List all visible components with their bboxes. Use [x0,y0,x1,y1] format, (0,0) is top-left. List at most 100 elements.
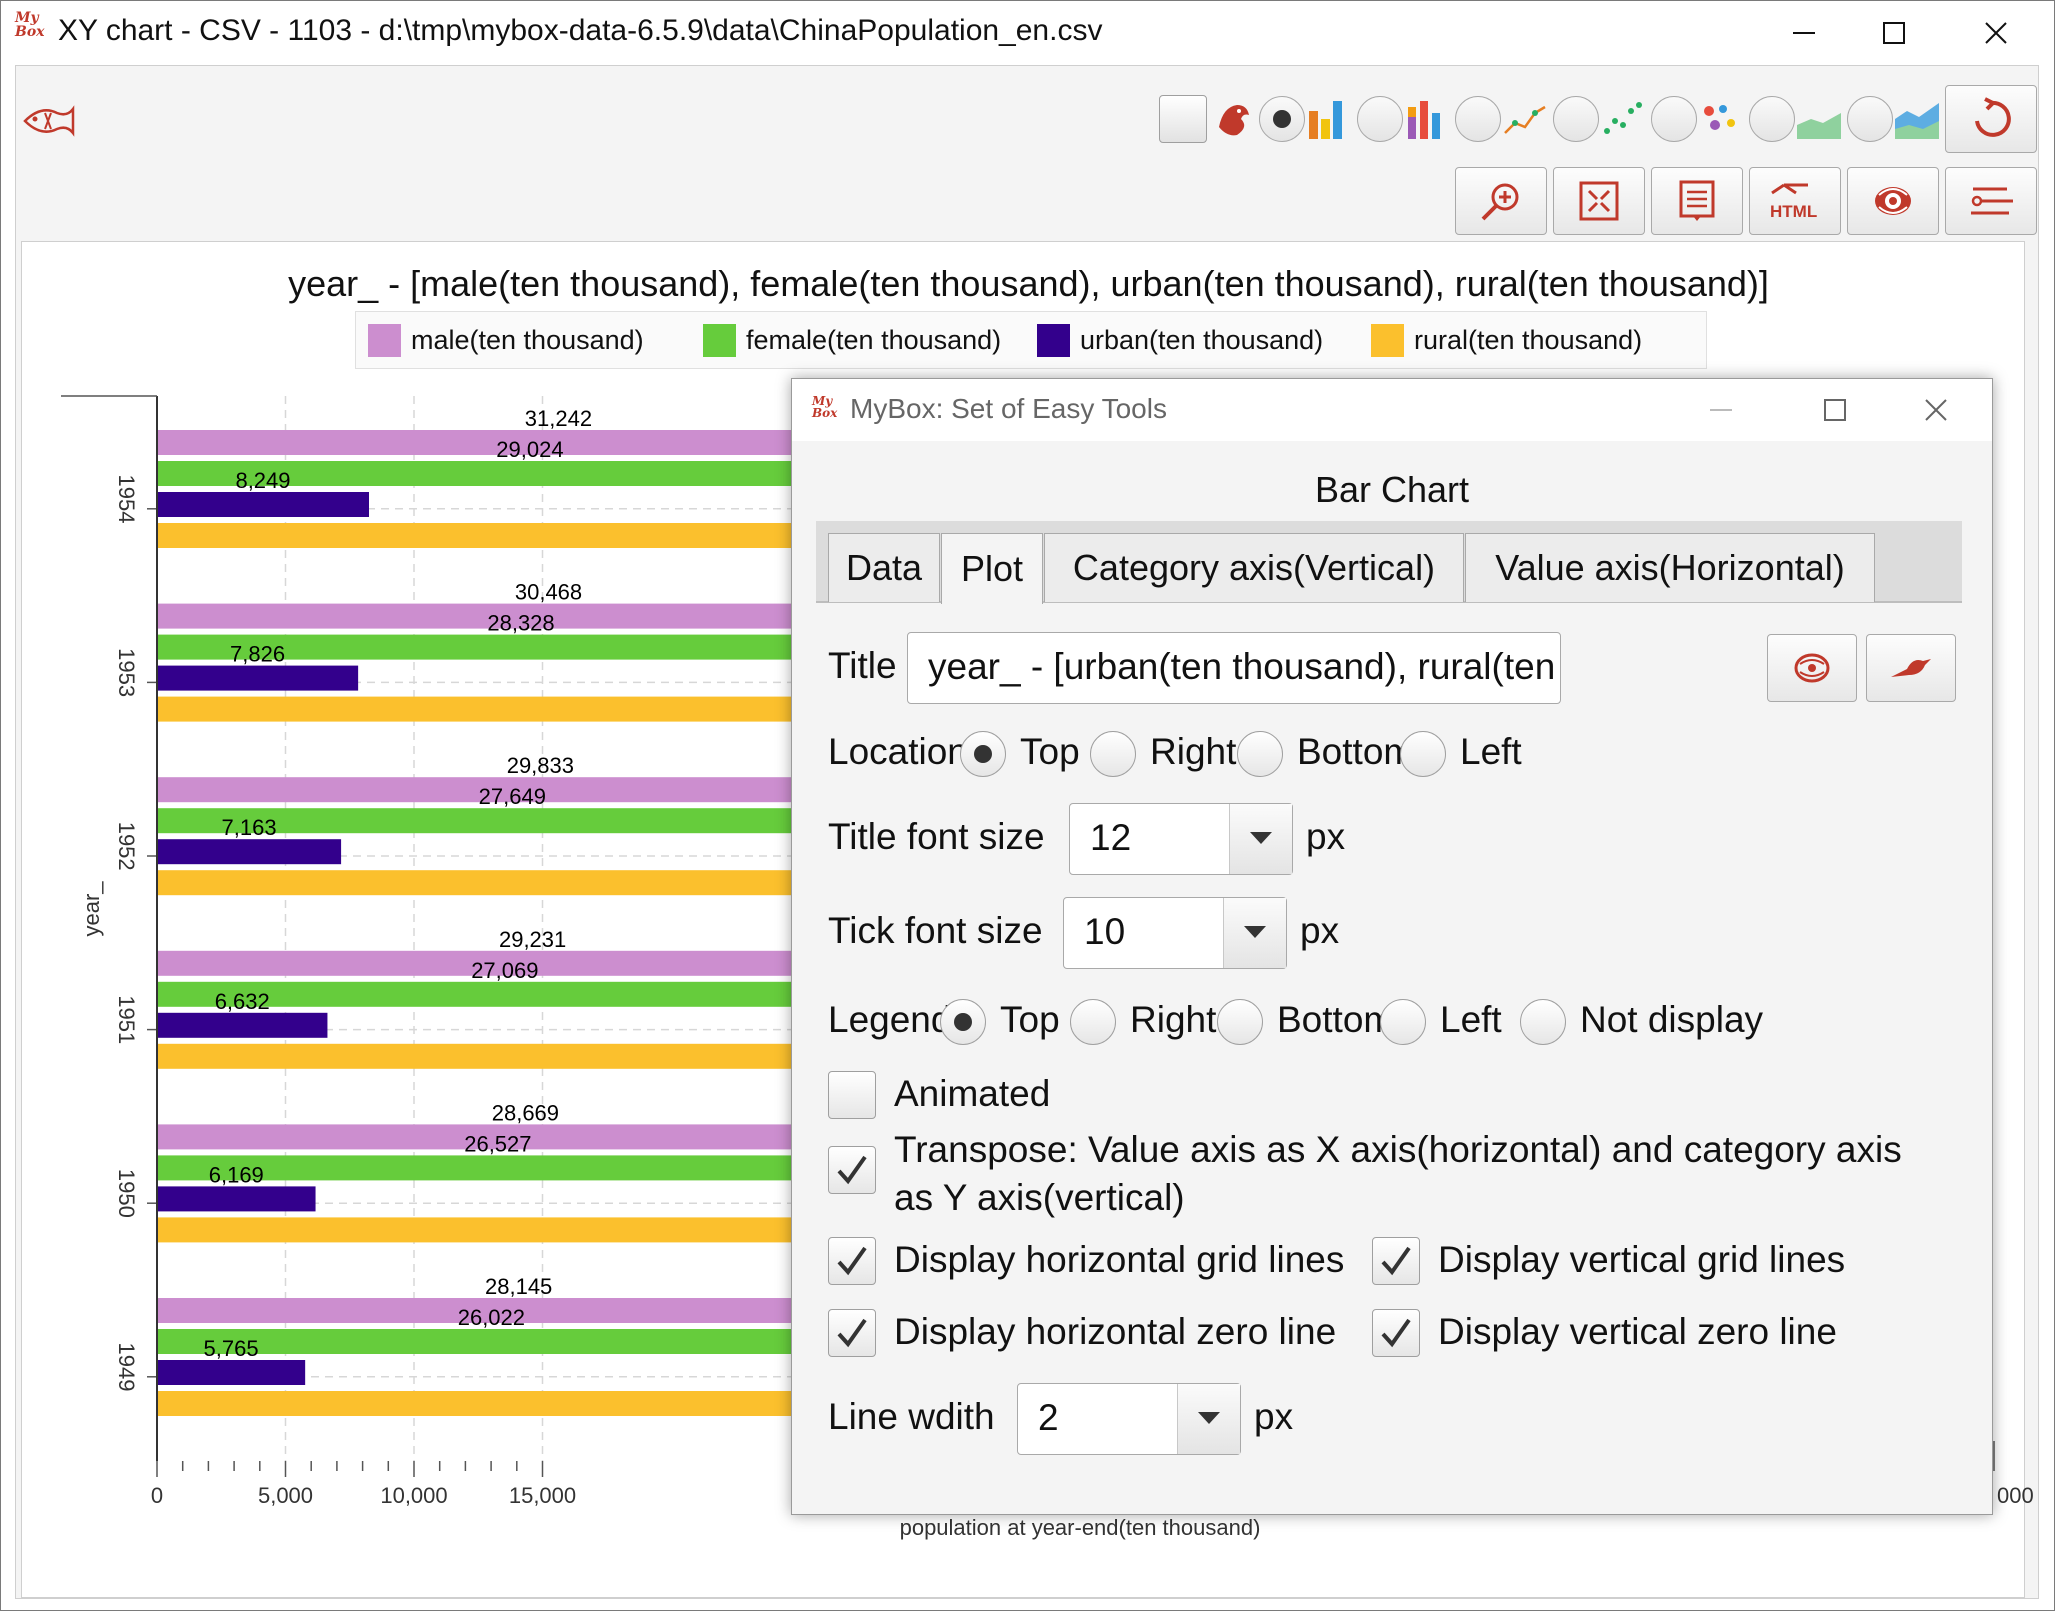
legend-label: Legend [828,999,952,1040]
x-tick-label: 10,000 [380,1483,447,1508]
title-bird-button[interactable] [1866,634,1956,702]
title-font-unit: px [1306,816,1346,857]
tab-data[interactable]: Data [828,533,940,602]
data-label: 29,024 [496,437,563,462]
vzero-checkbox[interactable] [1372,1309,1420,1357]
animated-checkbox[interactable] [828,1071,876,1119]
line-width-value: 2 [1038,1397,1059,1438]
legend-bottom-radio[interactable] [1217,999,1263,1045]
data-label: 6,169 [209,1162,264,1187]
x-tick-label: 15,000 [509,1483,576,1508]
title-font-select[interactable]: 12 [1069,803,1293,875]
line-width-label: Line wdith [828,1396,995,1437]
transpose-checkbox[interactable] [828,1146,876,1194]
location-right-radio[interactable] [1090,731,1136,777]
location-bottom-radio[interactable] [1237,731,1283,777]
dialog-logo-icon: My Box [812,394,838,420]
title-input[interactable]: year_ - [urban(ten thousand), rural(ten … [907,632,1561,704]
chevron-down-icon[interactable] [1177,1384,1240,1454]
bar-urban-1952 [157,839,342,865]
check-icon [1381,1246,1411,1276]
vzero-label: Display vertical zero line [1438,1311,1837,1352]
data-label: 28,328 [487,611,554,636]
x-axis-title: population at year-end(ten thousand) [900,1515,1261,1540]
legend-top-label: Top [1000,999,1060,1040]
title-input-value: year_ - [urban(ten thousand), rural(ten … [928,646,1560,687]
category-tick-label: 1949 [114,1343,139,1392]
tab-bar: Data Plot Category axis(Vertical) Value … [816,521,1962,604]
title-font-label: Title font size [828,816,1045,857]
line-width-unit: px [1254,1396,1294,1437]
chevron-down-icon[interactable] [1223,898,1286,968]
legend-right-radio[interactable] [1070,999,1116,1045]
tab-plot[interactable]: Plot [941,533,1043,604]
x-tick-label: 5,000 [258,1483,313,1508]
data-label: 28,145 [485,1274,552,1299]
dialog-minimize-icon[interactable] [1710,399,1732,426]
data-label: 29,833 [507,753,574,778]
legend-left-radio[interactable] [1380,999,1426,1045]
dialog-close-icon[interactable] [1925,399,1947,426]
legend-none-label: Not display [1580,999,1764,1040]
category-tick-label: 1952 [114,822,139,871]
data-label: 27,649 [479,784,546,809]
dialog-heading: Bar Chart [1314,469,1470,510]
legend-none-radio[interactable] [1520,999,1566,1045]
bar-urban-1954 [157,492,369,517]
legend-bottom-label: Bottom [1277,999,1395,1040]
location-left-radio[interactable] [1400,731,1446,777]
location-label: Location [828,731,968,772]
data-label: 30,468 [515,580,582,605]
title-style-button[interactable] [1767,634,1857,702]
tick-font-select[interactable]: 10 [1063,897,1287,969]
check-icon [837,1318,867,1348]
tab-category-axis[interactable]: Category axis(Vertical) [1044,533,1464,602]
data-label: 7,163 [222,815,277,840]
data-label: 6,632 [215,989,270,1014]
dialog-maximize-icon[interactable] [1824,399,1846,426]
main-window: My Box XY chart - CSV - 1103 - d:\tmp\myb… [0,0,2055,1611]
data-label: 29,231 [499,927,566,952]
animated-label: Animated [894,1073,1051,1114]
data-label: 26,022 [458,1305,525,1330]
data-label: 26,527 [464,1131,531,1156]
data-label: 8,249 [235,468,290,493]
location-top-radio[interactable] [960,731,1006,777]
location-top-label: Top [1020,731,1080,772]
y-axis-title: year_ [79,881,104,937]
legend-left-label: Left [1440,999,1502,1040]
tab-value-axis[interactable]: Value axis(Horizontal) [1465,533,1875,602]
location-left-label: Left [1460,731,1522,772]
vgrid-checkbox[interactable] [1372,1237,1420,1285]
hgrid-checkbox[interactable] [828,1237,876,1285]
tick-font-label: Tick font size [828,910,1043,951]
transpose-label-line1: Transpose: Value axis as X axis(horizont… [894,1129,1902,1170]
legend-right-label: Right [1130,999,1217,1040]
data-label: 31,242 [525,406,592,431]
legend-top-radio[interactable] [940,999,986,1045]
chevron-down-icon[interactable] [1229,804,1292,874]
hzero-label: Display horizontal zero line [894,1311,1337,1352]
dialog-title: MyBox: Set of Easy Tools [850,393,1167,424]
bar-urban-1953 [157,665,359,691]
check-icon [837,1155,867,1185]
tick-font-value: 10 [1084,911,1126,952]
hzero-checkbox[interactable] [828,1309,876,1357]
line-width-select[interactable]: 2 [1017,1383,1241,1455]
check-icon [1381,1318,1411,1348]
category-tick-label: 1950 [114,1169,139,1218]
location-right-label: Right [1150,731,1237,772]
data-label: 7,826 [230,642,285,667]
dialog-title-bar: My Box MyBox: Set of Easy Tools [792,379,1992,441]
category-tick-label: 1951 [114,995,139,1044]
data-label: 27,069 [471,958,538,983]
location-bottom-label: Bottom [1297,731,1415,772]
vgrid-label: Display vertical grid lines [1438,1239,1846,1280]
check-icon [837,1246,867,1276]
chart-settings-dialog: My Box MyBox: Set of Easy Tools Bar Chart… [791,378,1993,1515]
tick-font-unit: px [1300,910,1340,951]
category-tick-label: 1954 [114,475,139,524]
hgrid-label: Display horizontal grid lines [894,1239,1345,1280]
bar-urban-1949 [157,1360,306,1385]
transpose-label-line2: as Y axis(vertical) [894,1177,1185,1218]
